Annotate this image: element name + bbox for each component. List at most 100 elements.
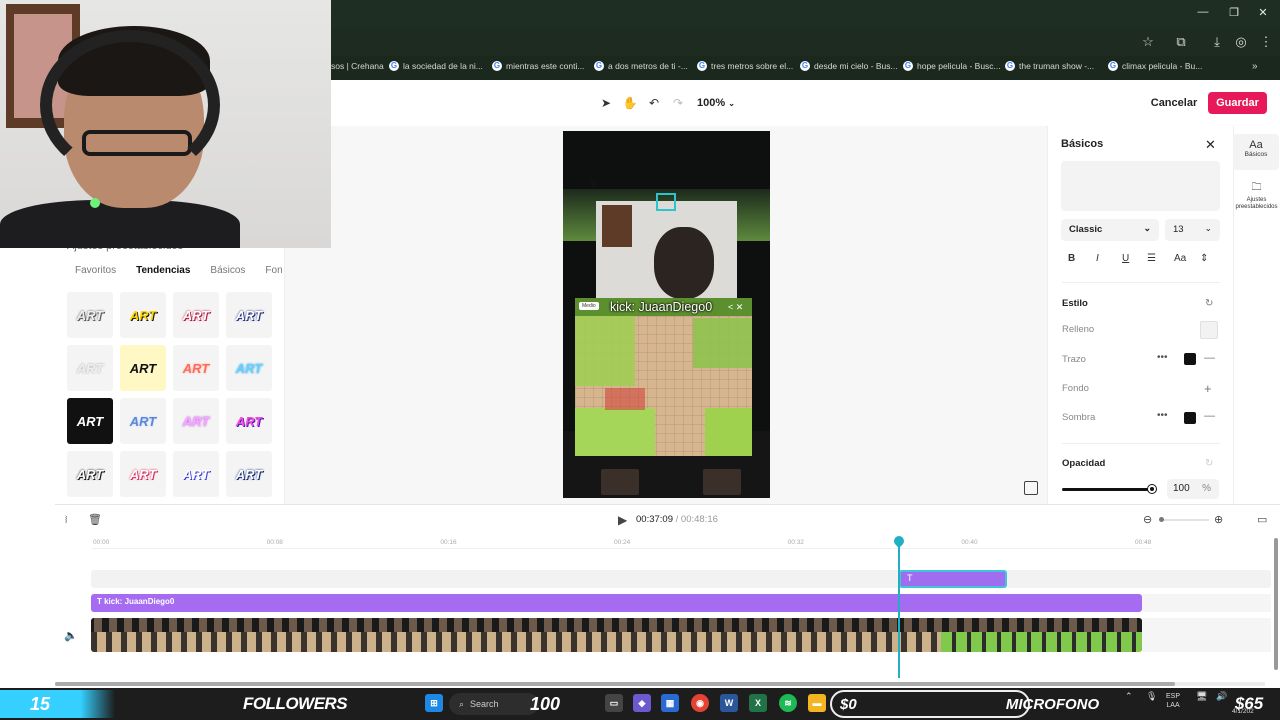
bookmark-item[interactable]: Gthe truman show -...	[1005, 61, 1094, 71]
align-icon[interactable]: ☰	[1147, 253, 1156, 264]
text-input[interactable]	[1061, 161, 1220, 211]
bookmark-item[interactable]: Ga dos metros de ti -...	[594, 61, 688, 71]
excel-icon[interactable]: X	[749, 694, 767, 712]
network-icon[interactable]: 🖥	[1196, 692, 1207, 701]
timeline-zoom-slider[interactable]	[1161, 519, 1209, 521]
windows-start-icon[interactable]: ⊞	[425, 694, 443, 712]
fullscreen-icon[interactable]	[1024, 481, 1038, 495]
preset-tile[interactable]: ART	[226, 292, 272, 338]
preset-tile[interactable]: ART	[173, 398, 219, 444]
bookmark-item[interactable]: Ghope pelicula - Busc...	[903, 61, 1001, 71]
preset-tile[interactable]: ART	[67, 292, 113, 338]
preset-tile[interactable]: ART	[67, 398, 113, 444]
preset-tile[interactable]: ART	[226, 398, 272, 444]
bookmark-item[interactable]: Gmientras este conti...	[492, 61, 584, 71]
preset-tile[interactable]: ART	[67, 345, 113, 391]
tab-favoritos[interactable]: Favoritos	[67, 265, 124, 276]
preset-tile[interactable]: ART	[120, 451, 166, 497]
play-icon[interactable]: ▶	[618, 513, 627, 527]
bookmark-item[interactable]: Gla sociedad de la ni...	[389, 61, 483, 71]
font-size-select[interactable]: 13 ⌄	[1165, 219, 1220, 241]
restore-icon[interactable]: ❐	[1224, 6, 1244, 19]
profile-icon[interactable]: ◎	[1232, 34, 1250, 50]
preset-tile[interactable]: ART	[226, 451, 272, 497]
bookmark-star-icon[interactable]: ☆	[1139, 34, 1157, 50]
font-select[interactable]: Classic ⌄	[1061, 219, 1159, 241]
bookmark-item[interactable]: sos | Crehana	[331, 61, 384, 71]
opacity-slider-handle[interactable]	[1148, 485, 1156, 493]
select-cursor-icon[interactable]: ➤	[597, 96, 615, 112]
bookmark-item[interactable]: Gtres metros sobre el...	[697, 61, 793, 71]
add-background-icon[interactable]: +	[1204, 381, 1212, 396]
redo-icon[interactable]: ↷	[669, 96, 687, 112]
shadow-color-swatch[interactable]	[1184, 412, 1196, 424]
remove-shadow-icon[interactable]: —	[1204, 410, 1215, 422]
preset-tile[interactable]: ART	[120, 398, 166, 444]
timeline-vertical-scrollbar[interactable]	[1274, 538, 1278, 670]
video-track[interactable]	[91, 618, 1142, 652]
underline-icon[interactable]: U	[1122, 253, 1129, 264]
menu-icon[interactable]: ⋮	[1257, 34, 1275, 50]
preset-tile[interactable]: ART	[120, 292, 166, 338]
word-icon[interactable]: W	[720, 694, 738, 712]
close-window-icon[interactable]: ✕	[1253, 6, 1273, 19]
spacing-icon[interactable]: ⇕	[1200, 253, 1208, 264]
selected-text-clip[interactable]: T	[899, 570, 1007, 588]
bold-icon[interactable]: B	[1068, 253, 1075, 264]
playhead[interactable]	[898, 540, 900, 678]
undo-icon[interactable]: ↶	[645, 96, 663, 112]
preset-tile[interactable]: ART	[173, 292, 219, 338]
more-options-icon[interactable]: •••	[1157, 410, 1168, 421]
chrome-icon[interactable]: ◉	[691, 694, 709, 712]
more-bookmarks-icon[interactable]: »	[1252, 61, 1258, 72]
tab-basicos[interactable]: Básicos	[198, 265, 253, 276]
more-options-icon[interactable]: •••	[1157, 352, 1168, 363]
copilot-icon[interactable]: ◆	[633, 694, 651, 712]
zoom-dropdown[interactable]: 100% ⌄	[697, 97, 735, 109]
remove-stroke-icon[interactable]: —	[1204, 352, 1215, 364]
timeline-horizontal-scrollbar[interactable]	[55, 682, 1265, 686]
volume-icon[interactable]: 🔈	[64, 629, 78, 642]
trash-icon[interactable]: 🗑	[88, 513, 102, 526]
spotify-icon[interactable]: ≋	[779, 694, 797, 712]
cancel-button[interactable]: Cancelar	[1146, 93, 1202, 113]
scrollbar-thumb[interactable]	[55, 682, 1175, 686]
download-icon[interactable]: ⤓	[1208, 34, 1226, 50]
microphone-icon[interactable]: 🎙	[1146, 692, 1157, 701]
extensions-icon[interactable]: ⧉	[1172, 34, 1190, 50]
split-icon[interactable]: ⧘	[65, 514, 67, 527]
store-icon[interactable]: ▦	[661, 694, 679, 712]
opacity-slider[interactable]	[1062, 488, 1154, 491]
caption-text-track[interactable]: T kick: JuaanDiego0	[91, 594, 1142, 612]
caption-text[interactable]: kick: JuaanDiego0	[610, 300, 712, 314]
reset-icon[interactable]: ↻	[1205, 298, 1213, 309]
zoom-in-icon[interactable]: ⊕	[1214, 513, 1223, 526]
preset-tile[interactable]: ART	[67, 451, 113, 497]
close-icon[interactable]: ✕	[1205, 137, 1216, 153]
fill-color-swatch[interactable]	[1200, 321, 1218, 339]
preset-tile[interactable]: ART	[173, 345, 219, 391]
captions-icon[interactable]: ▭	[1257, 513, 1267, 526]
text-case-icon[interactable]: Aa	[1174, 253, 1186, 264]
minimize-icon[interactable]: —	[1193, 6, 1213, 18]
hand-tool-icon[interactable]: ✋	[621, 96, 639, 112]
timeline-zoom-handle[interactable]	[1159, 517, 1164, 522]
language-indicator[interactable]: ESP LAA	[1166, 692, 1180, 710]
opacity-input[interactable]: 100%	[1167, 479, 1219, 499]
tab-tendencias[interactable]: Tendencias	[124, 265, 198, 276]
italic-icon[interactable]: I	[1096, 253, 1099, 264]
tray-chevron-icon[interactable]: ⌃	[1125, 692, 1133, 701]
sidebar-item-presets[interactable]: 🗀 Ajustes preestablecidos	[1233, 180, 1280, 211]
bookmark-item[interactable]: Gclimax pelicula - Bu...	[1108, 61, 1202, 71]
preset-tile[interactable]: ART	[226, 345, 272, 391]
preset-tile[interactable]: ART	[173, 451, 219, 497]
bookmark-item[interactable]: Gdesde mi cielo - Bus...	[800, 61, 898, 71]
reset-icon[interactable]: ↻	[1205, 458, 1213, 469]
task-view-icon[interactable]: ▭	[605, 694, 623, 712]
sidebar-item-basicos[interactable]: Aa Básicos	[1233, 134, 1279, 170]
zoom-out-icon[interactable]: ⊖	[1143, 513, 1152, 526]
preset-tile[interactable]: ART	[120, 345, 166, 391]
speaker-icon[interactable]: 🔊	[1216, 692, 1227, 701]
file-explorer-icon[interactable]: ▬	[808, 694, 826, 712]
stroke-color-swatch[interactable]	[1184, 353, 1196, 365]
